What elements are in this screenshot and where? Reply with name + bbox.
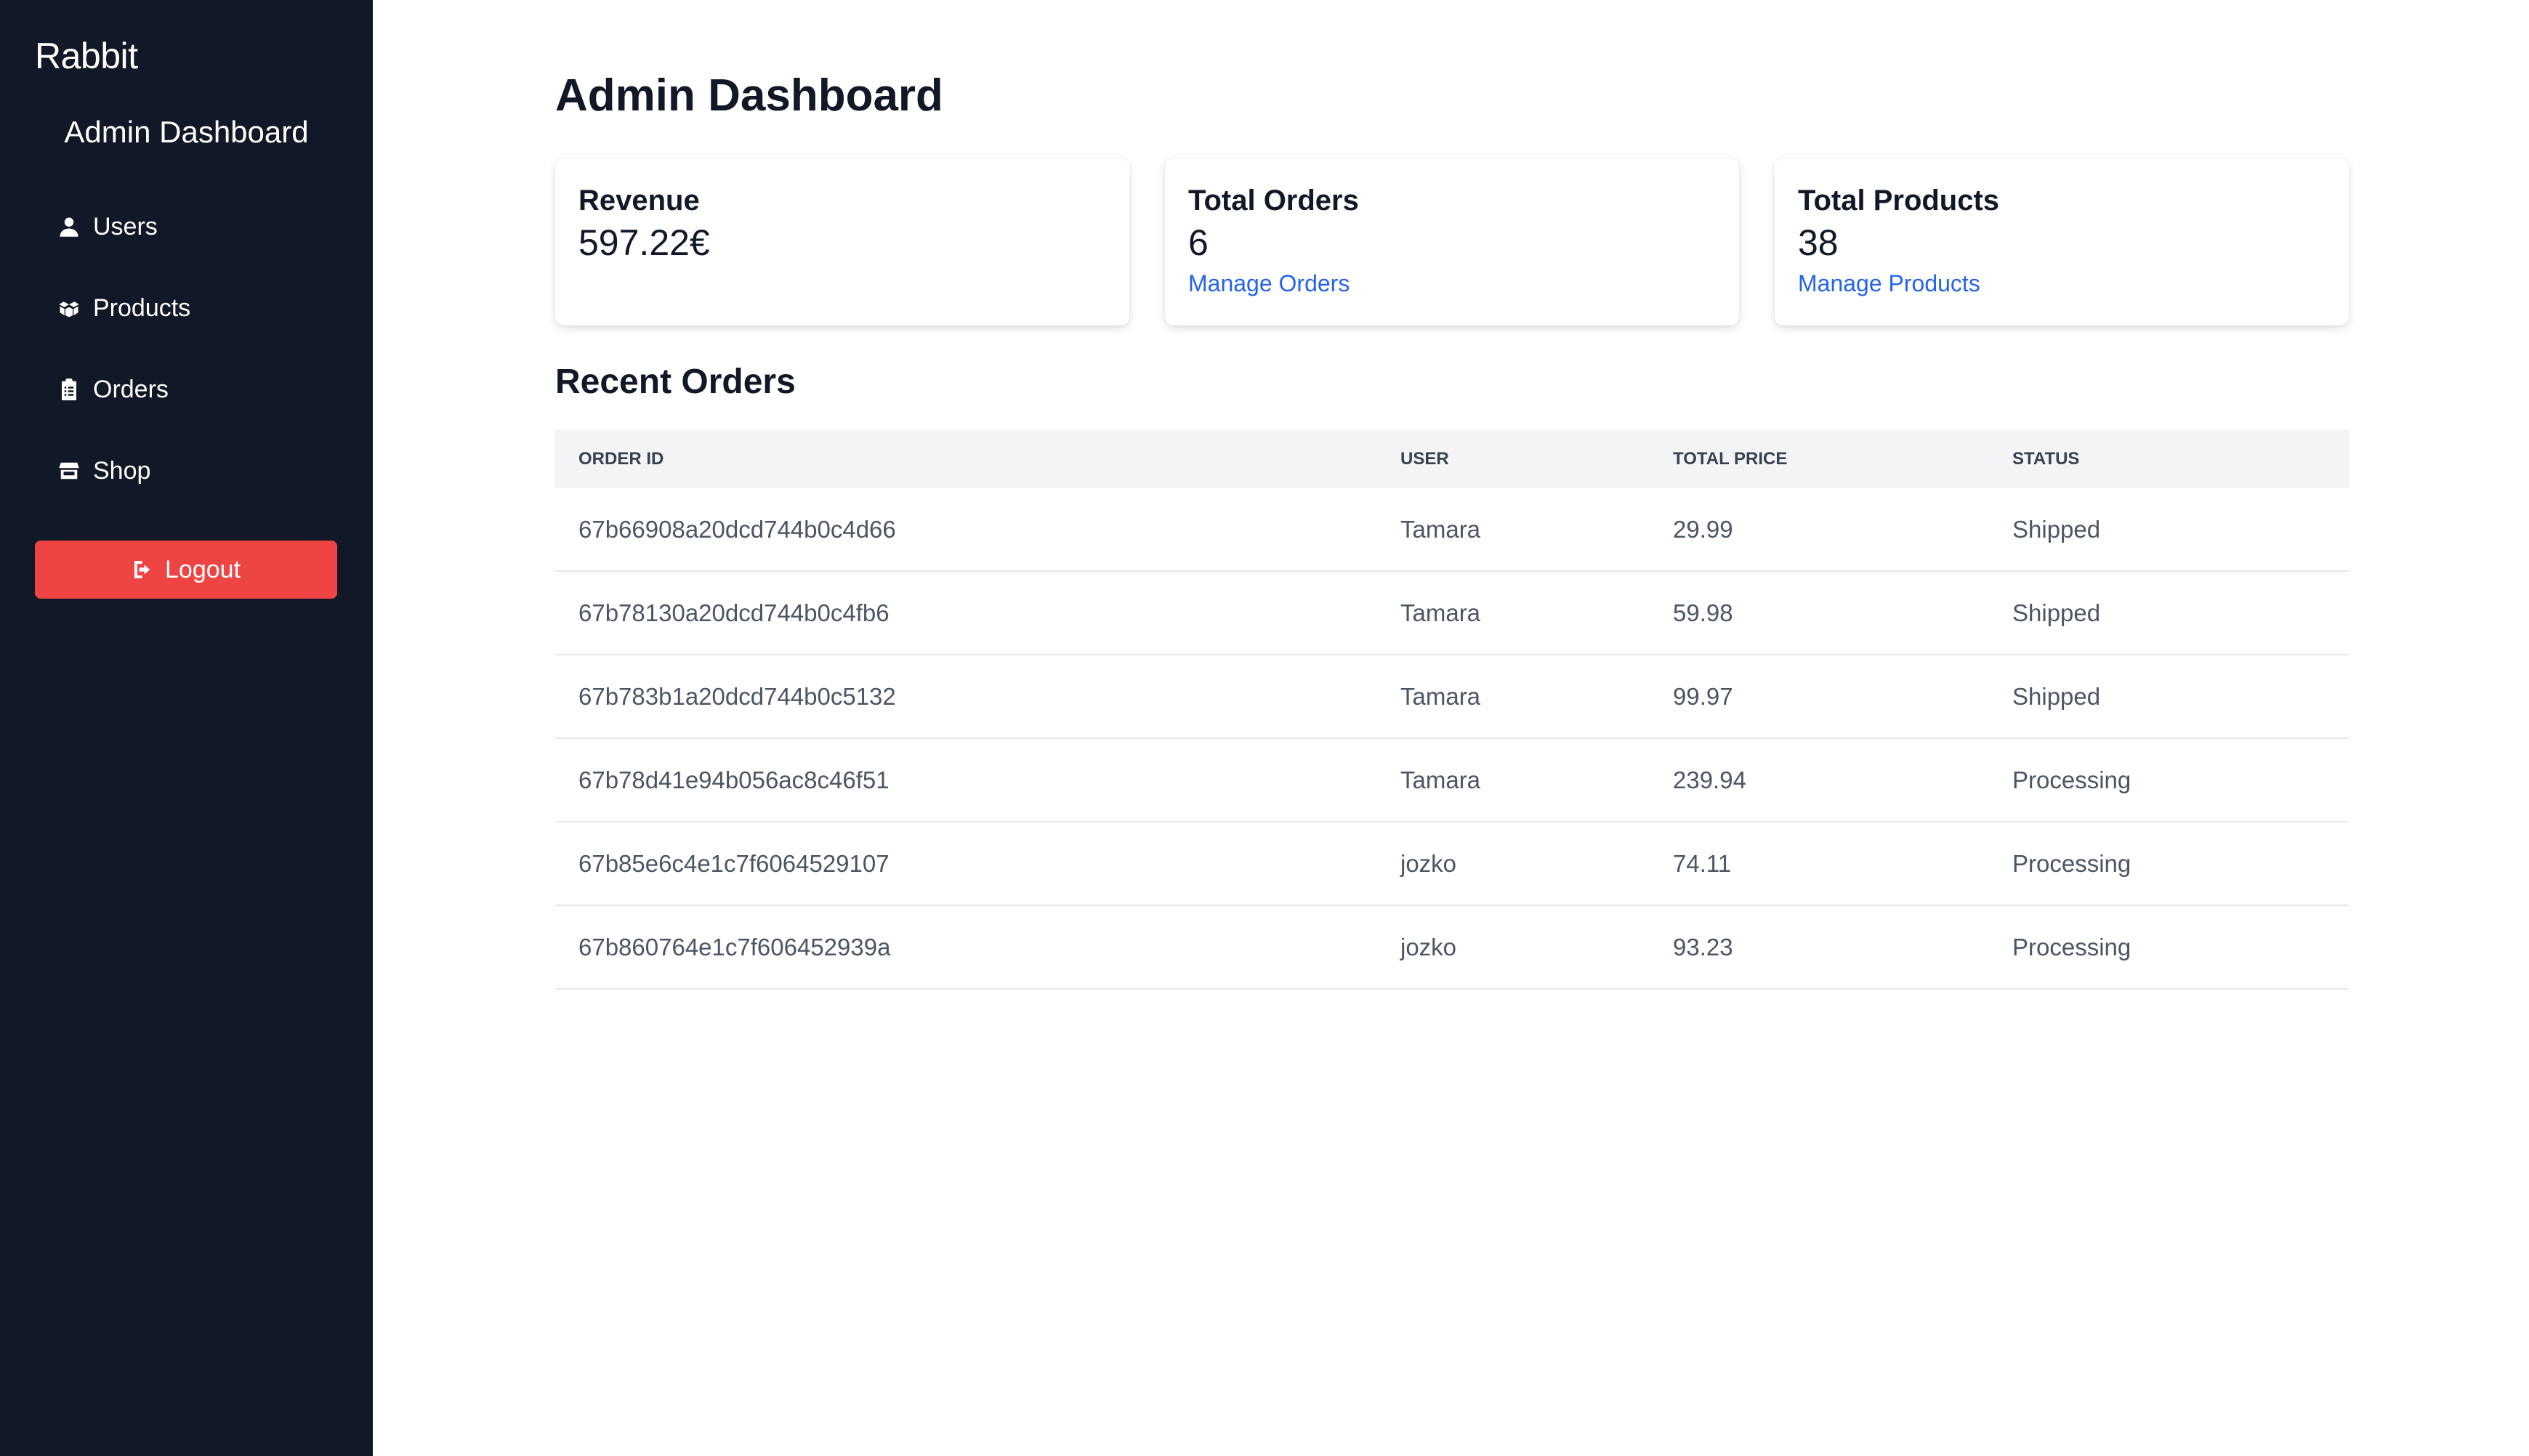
order-id-cell: 67b783b1a20dcd744b0c5132 [555, 655, 1377, 739]
manage-orders-link[interactable]: Manage Orders [1188, 269, 1350, 298]
sidebar-item-orders[interactable]: Orders [58, 368, 169, 411]
total-price-cell: 93.23 [1650, 905, 1989, 990]
user-cell: jozko [1377, 905, 1650, 990]
sidebar-item-label: Shop [93, 456, 151, 485]
card-value: 38 [1798, 222, 1839, 263]
page-title: Admin Dashboard [555, 70, 943, 121]
column-header-status: Status [2012, 449, 2080, 469]
sidebar-item-label: Orders [93, 375, 169, 403]
table-row[interactable]: 67b85e6c4e1c7f6064529107 jozko 74.11 Pro… [555, 822, 2349, 906]
boxes-icon [58, 297, 80, 319]
table-row[interactable]: 67b78130a20dcd744b0c4fb6 Tamara 59.98 Sh… [555, 571, 2349, 655]
column-header-user: User [1400, 449, 1449, 469]
user-cell: Tamara [1377, 655, 1650, 739]
user-icon [58, 216, 80, 238]
user-cell: jozko [1377, 822, 1650, 906]
sidebar-item-label: Products [93, 294, 191, 322]
total-price-cell: 99.97 [1650, 655, 1989, 739]
table-header-row: Order ID User Total Price Status [555, 430, 2349, 488]
status-cell: Processing [1989, 822, 2349, 906]
revenue-card: Revenue 597.22€ [555, 158, 1129, 325]
status-cell: Processing [1989, 905, 2349, 990]
sidebar-title[interactable]: Admin Dashboard [0, 115, 373, 150]
clipboard-list-icon [58, 379, 80, 400]
total-price-cell: 29.99 [1650, 488, 1989, 572]
order-id-cell: 67b78130a20dcd744b0c4fb6 [555, 571, 1377, 655]
card-value: 597.22€ [578, 222, 710, 263]
sidebar-item-label: Users [93, 212, 158, 240]
brand-logo[interactable]: Rabbit [35, 35, 138, 77]
total-price-cell: 59.98 [1650, 571, 1989, 655]
status-cell: Shipped [1989, 488, 2349, 572]
total-products-card: Total Products 38 Manage Products [1775, 158, 2349, 325]
total-orders-card: Total Orders 6 Manage Orders [1165, 158, 1739, 325]
status-cell: Shipped [1989, 571, 2349, 655]
column-header-total-price: Total Price [1673, 449, 1788, 469]
sidebar-item-users[interactable]: Users [58, 205, 158, 248]
table-row[interactable]: 67b78d41e94b056ac8c46f51 Tamara 239.94 P… [555, 738, 2349, 822]
table-row[interactable]: 67b860764e1c7f606452939a jozko 93.23 Pro… [555, 905, 2349, 990]
sidebar-item-products[interactable]: Products [58, 286, 190, 330]
card-title: Total Orders [1188, 185, 1359, 217]
status-cell: Shipped [1989, 655, 2349, 739]
logout-label: Logout [165, 555, 241, 583]
order-id-cell: 67b66908a20dcd744b0c4d66 [555, 488, 1377, 572]
recent-orders-title: Recent Orders [555, 363, 796, 401]
logout-button[interactable]: Logout [35, 541, 337, 599]
user-cell: Tamara [1377, 738, 1650, 822]
status-cell: Processing [1989, 738, 2349, 822]
table-row[interactable]: 67b66908a20dcd744b0c4d66 Tamara 29.99 Sh… [555, 488, 2349, 572]
column-header-order-id: Order ID [578, 449, 664, 469]
order-id-cell: 67b85e6c4e1c7f6064529107 [555, 822, 1377, 906]
card-title: Revenue [578, 185, 700, 217]
total-price-cell: 239.94 [1650, 738, 1989, 822]
order-id-cell: 67b860764e1c7f606452939a [555, 905, 1377, 990]
manage-products-link[interactable]: Manage Products [1798, 269, 1980, 298]
card-title: Total Products [1798, 185, 2000, 217]
card-value: 6 [1188, 222, 1209, 263]
sign-out-icon [134, 561, 150, 578]
sidebar-item-shop[interactable]: Shop [58, 449, 150, 493]
recent-orders-table: Order ID User Total Price Status 67b6690… [555, 430, 2349, 990]
sidebar: Rabbit Admin Dashboard Users Products Or… [0, 0, 373, 1456]
table-row[interactable]: 67b783b1a20dcd744b0c5132 Tamara 99.97 Sh… [555, 655, 2349, 739]
store-icon [58, 460, 80, 482]
user-cell: Tamara [1377, 488, 1650, 572]
order-id-cell: 67b78d41e94b056ac8c46f51 [555, 738, 1377, 822]
user-cell: Tamara [1377, 571, 1650, 655]
total-price-cell: 74.11 [1650, 822, 1989, 906]
